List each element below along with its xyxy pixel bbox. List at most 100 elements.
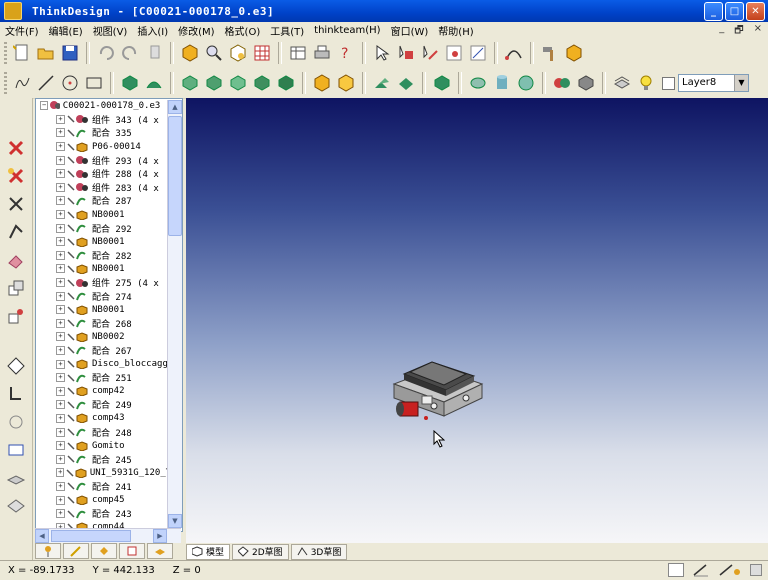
tree-vertical-scrollbar[interactable]: ▲ ▼ [167,100,182,528]
tree-item[interactable]: + 配合 248 [36,425,182,439]
expand-icon[interactable]: + [56,142,65,152]
curve-tool-icon[interactable] [503,42,525,64]
delete-icon[interactable] [4,136,28,160]
expand-icon[interactable]: + [56,345,65,355]
render-icon[interactable] [551,72,573,94]
expand-icon[interactable]: + [56,250,65,260]
extrude-icon[interactable] [119,72,141,94]
tree-item[interactable]: + NB0001 [36,303,182,317]
tree-item[interactable]: + Gomito [36,439,182,453]
pen-icon[interactable] [692,563,710,577]
menu-tools[interactable]: 工具(T) [265,23,309,38]
menu-window[interactable]: 窗口(W) [386,23,434,38]
expand-icon[interactable]: + [56,210,65,220]
expand-icon[interactable]: + [56,481,65,491]
delete-star-icon[interactable] [4,164,28,188]
tab-model[interactable]: 模型 [186,543,231,560]
expand-icon[interactable]: + [56,441,65,451]
select-icon[interactable] [371,42,393,64]
part-icon[interactable] [179,42,201,64]
measure-distance-icon[interactable] [4,438,28,462]
scroll-thumb[interactable] [168,116,182,236]
menu-modify[interactable]: 修改(M) [173,23,219,38]
hole-icon[interactable] [275,72,297,94]
expand-icon[interactable]: + [56,291,65,301]
shell-icon[interactable] [227,72,249,94]
hscroll-thumb[interactable] [51,530,131,542]
close-button[interactable]: ✕ [746,2,765,21]
expand-icon[interactable]: + [56,509,65,519]
scroll-down-icon[interactable]: ▼ [168,514,182,528]
collapse-icon[interactable]: − [40,101,49,111]
expand-icon[interactable]: + [56,223,65,233]
open-icon[interactable] [35,42,57,64]
expand-icon[interactable]: + [56,128,65,138]
tree-item[interactable]: + 配合 287 [36,194,182,208]
tree-item[interactable]: + 配合 267 [36,344,182,358]
expand-icon[interactable]: + [56,114,65,124]
sketch-plane-icon[interactable] [4,354,28,378]
expand-icon[interactable]: + [56,196,65,206]
expand-icon[interactable]: + [56,427,65,437]
tree-item[interactable]: + 配合 282 [36,249,182,263]
menu-file[interactable]: 文件(F) [0,23,44,38]
layer-selector[interactable]: Layer8 ▼ [662,74,749,92]
tree-item[interactable]: + 配合 251 [36,371,182,385]
tree-item[interactable]: + NB0002 [36,330,182,344]
menu-edit[interactable]: 编辑(E) [44,23,88,38]
eraser-icon[interactable] [4,248,28,272]
tab-3d-sketch[interactable]: 3D草图 [290,543,348,560]
tree-item[interactable]: + 配合 274 [36,289,182,303]
layer-dropdown[interactable]: Layer8 ▼ [678,74,749,92]
tab-document-tree[interactable] [119,543,145,559]
grid-icon[interactable] [251,42,273,64]
pattern-icon[interactable] [371,72,393,94]
menu-view[interactable]: 视图(V) [88,23,133,38]
tab-sketch-tree[interactable] [63,543,89,559]
tree-item[interactable]: + 配合 241 [36,480,182,494]
box-tool-icon[interactable] [563,42,585,64]
circle-icon[interactable] [59,72,81,94]
hammer-icon[interactable] [539,42,561,64]
analysis-icon[interactable] [467,42,489,64]
tree-item[interactable]: + 配合 335 [36,126,182,140]
solid-icon[interactable] [431,72,453,94]
cut-icon[interactable] [311,72,333,94]
mirror-icon[interactable] [395,72,417,94]
tree-item[interactable]: + 配合 249 [36,398,182,412]
select-edges-icon[interactable] [419,42,441,64]
layer-lock-checkbox[interactable] [662,76,675,90]
tab-part-tree[interactable] [91,543,117,559]
tree-item[interactable]: + comp45 [36,493,182,507]
constraint-icon[interactable] [4,382,28,406]
sketch-pen-icon[interactable] [718,563,742,577]
expand-icon[interactable]: + [56,155,65,165]
find-icon[interactable] [203,42,225,64]
expand-icon[interactable]: + [56,400,65,410]
expand-icon[interactable]: + [56,305,65,315]
snap-icon[interactable] [668,563,684,577]
trim-icon[interactable] [4,192,28,216]
measure-icon[interactable] [443,42,465,64]
expand-icon[interactable]: + [56,386,65,396]
draft-icon[interactable] [251,72,273,94]
expand-icon[interactable]: + [56,318,65,328]
tab-2d-sketch[interactable]: 2D草图 [232,543,289,560]
copy-icon[interactable] [143,42,165,64]
model-tree[interactable]: − C00021-000178_0.e3 (C0 + 组件 343 (4 x + 配合… [35,98,183,532]
rectangle-icon[interactable] [83,72,105,94]
menu-format[interactable]: 格式(O) [220,23,266,38]
tree-item[interactable]: + NB0001 [36,262,182,276]
cylinder-icon[interactable] [491,72,513,94]
layers-icon[interactable] [4,466,28,490]
scroll-right-icon[interactable]: ▶ [153,529,167,543]
tree-item[interactable]: + Disco_bloccaggio [36,357,182,371]
view-settings-icon[interactable] [4,494,28,518]
tree-item[interactable]: + NB0001 [36,208,182,222]
tab-model-tree[interactable] [35,543,61,559]
scroll-left-icon[interactable]: ◀ [35,529,49,543]
undo-icon[interactable] [95,42,117,64]
tree-item[interactable]: + 配合 245 [36,452,182,466]
menu-insert[interactable]: 插入(I) [132,23,173,38]
scroll-up-icon[interactable]: ▲ [168,100,182,114]
